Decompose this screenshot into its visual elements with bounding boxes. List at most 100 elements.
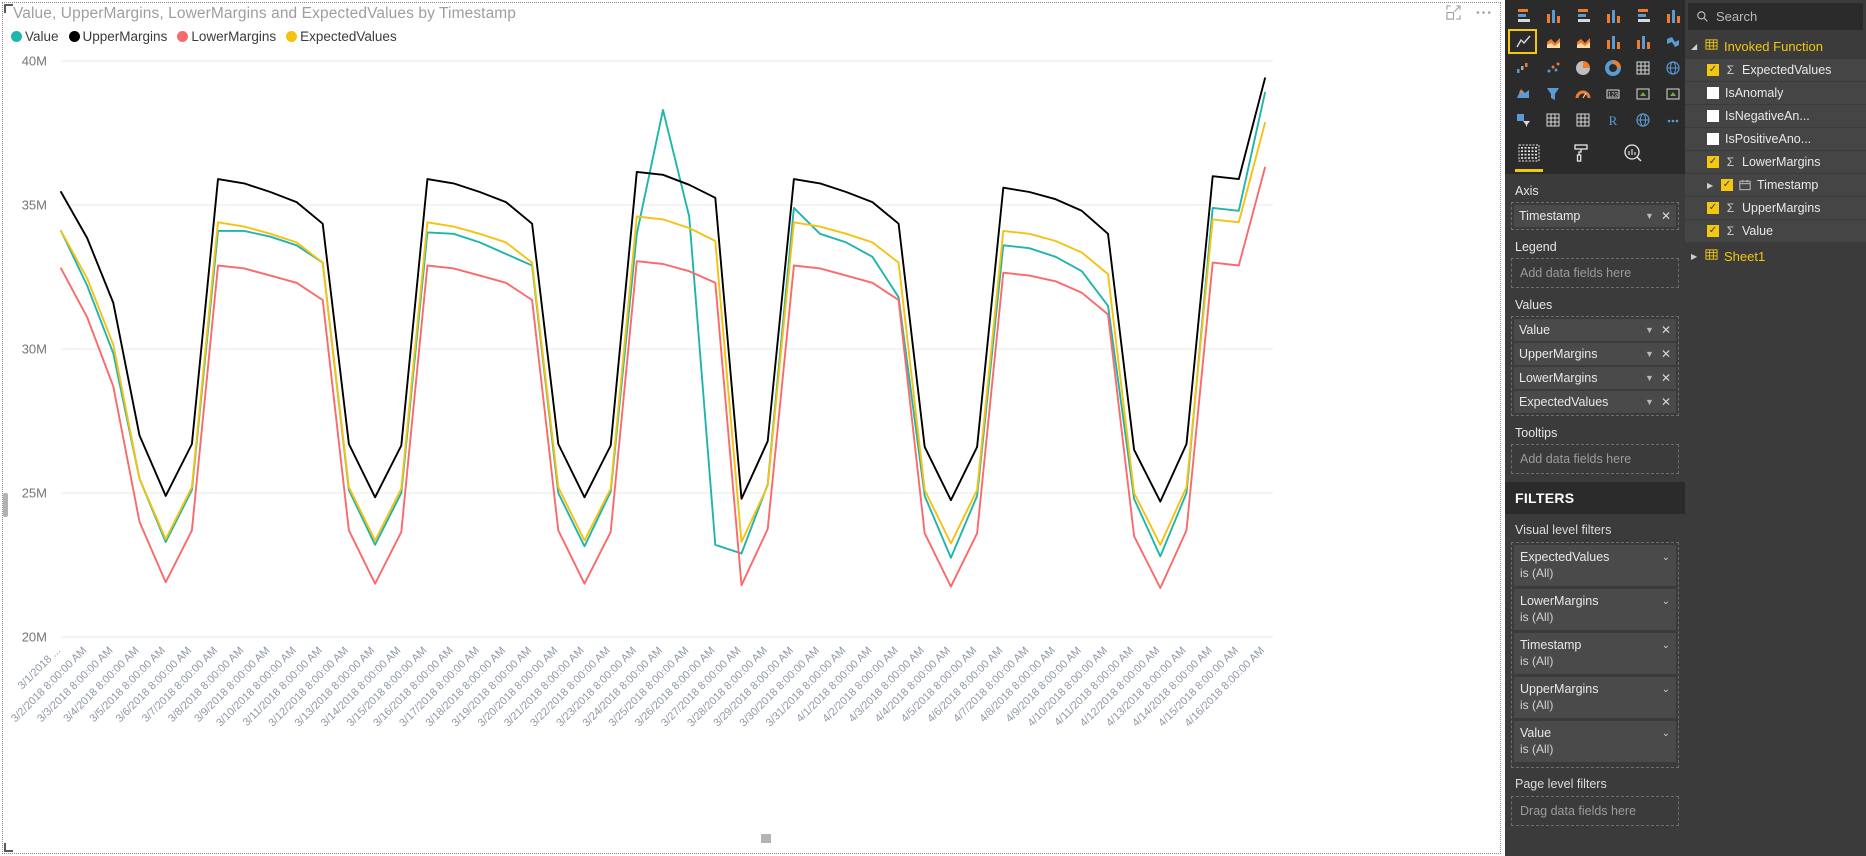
field-checkbox[interactable]: ✓ [1707,64,1719,76]
analytics-tab[interactable] [1615,139,1651,171]
chevron-down-icon[interactable]: ⌄ [1662,552,1670,563]
well-dropzone-values[interactable]: Value ▼ ✕ UpperMargins ▼ ✕ LowerMargins ▼ ✕ Expec… [1511,316,1679,416]
fields-tab[interactable] [1511,139,1547,172]
field-row-timestamp[interactable]: ▶ ✓ Timestamp [1685,174,1866,196]
area-chart-icon[interactable] [1538,29,1567,54]
well-chip-expectedvalues[interactable]: ExpectedValues ▼ ✕ [1514,391,1676,413]
visualization-pane-tabs[interactable] [1505,136,1685,174]
visualization-type-grid[interactable]: 123 R [1505,0,1685,136]
field-row-isnegativean[interactable]: IsNegativeAn... [1685,105,1866,127]
search-input[interactable]: Search [1688,3,1863,30]
clustered-bar-chart-icon[interactable] [1568,3,1597,28]
chart-plot-area[interactable]: 40M 35M 30M 25M 20M 3/1/2018 ... 3/2/2018 8:00… [3,49,1502,809]
field-row-value[interactable]: ✓ Σ Value [1685,220,1866,242]
chevron-down-icon[interactable]: ⌄ [1662,640,1670,651]
slicer-icon[interactable] [1508,107,1537,132]
field-row-lowermargins[interactable]: ✓ Σ LowerMargins [1685,151,1866,173]
focus-mode-icon[interactable] [1446,5,1461,25]
treemap-icon[interactable] [1628,55,1657,80]
legend-item-lowermargins[interactable]: LowerMargins [177,29,276,44]
close-icon[interactable]: ✕ [1661,348,1671,360]
filter-card-expectedvalues[interactable]: ExpectedValues ⌄ is (All) [1514,545,1676,586]
page-level-filters-dropzone[interactable]: Drag data fields here [1511,796,1679,826]
chevron-down-icon[interactable]: ▼ [1645,349,1654,359]
field-row-expectedvalues[interactable]: ✓ Σ ExpectedValues [1685,59,1866,81]
line-chart-visual[interactable]: Value, UpperMargins, LowerMargins and Ex… [2,2,1501,854]
vertical-scrollbar-thumb[interactable] [3,493,8,517]
close-icon[interactable]: ✕ [1661,372,1671,384]
filled-map-icon[interactable] [1508,81,1537,106]
expander-expand-icon[interactable]: ▶ [1707,181,1715,190]
horizontal-scrollbar-thumb[interactable] [761,834,771,843]
well-dropzone-tooltips[interactable]: Add data fields here [1511,444,1679,474]
well-chip-value[interactable]: Value ▼ ✕ [1514,319,1676,341]
legend-item-uppermargins[interactable]: UpperMargins [68,29,167,44]
more-options-icon[interactable] [1475,5,1492,25]
stacked-area-chart-icon[interactable] [1568,29,1597,54]
scatter-chart-icon[interactable] [1538,55,1567,80]
chevron-down-icon[interactable]: ⌄ [1662,596,1670,607]
card-icon[interactable]: 123 [1598,81,1627,106]
r-script-visual-icon[interactable]: R [1598,107,1627,132]
filter-card-timestamp[interactable]: Timestamp ⌄ is (All) [1514,633,1676,674]
close-icon[interactable]: ✕ [1661,210,1671,222]
well-dropzone-legend[interactable]: Add data fields here [1511,258,1679,288]
well-dropzone-axis[interactable]: Timestamp ▼ ✕ [1511,202,1679,230]
chevron-down-icon[interactable]: ▼ [1645,325,1654,335]
kpi-icon[interactable] [1658,81,1687,106]
field-row-ispositiveano[interactable]: IsPositiveAno... [1685,128,1866,150]
pie-chart-icon[interactable] [1568,55,1597,80]
chevron-down-icon[interactable]: ▼ [1645,373,1654,383]
well-chip-uppermargins[interactable]: UpperMargins ▼ ✕ [1514,343,1676,365]
field-checkbox[interactable]: ✓ [1707,225,1719,237]
donut-chart-icon[interactable] [1598,55,1627,80]
clustered-column-chart-icon[interactable] [1598,3,1627,28]
multi-row-card-icon[interactable] [1628,81,1657,106]
stacked-column-chart-icon[interactable] [1538,3,1567,28]
chevron-down-icon[interactable]: ▼ [1645,397,1654,407]
arcgis-map-icon[interactable] [1628,107,1657,132]
100-stacked-bar-chart-icon[interactable] [1628,3,1657,28]
expander-collapse-icon[interactable]: ◢ [1691,42,1699,51]
line-chart-icon[interactable] [1508,29,1537,54]
series-line-uppermargins[interactable] [60,77,1266,503]
resize-handle-top-left[interactable] [4,4,13,13]
field-row-isanomaly[interactable]: IsAnomaly [1685,82,1866,104]
more-visuals-icon[interactable] [1658,107,1687,132]
waterfall-chart-icon[interactable] [1508,55,1537,80]
line-stacked-column-chart-icon[interactable] [1598,29,1627,54]
ribbon-chart-icon[interactable] [1658,29,1687,54]
line-clustered-column-chart-icon[interactable] [1628,29,1657,54]
well-chip-lowermargins[interactable]: LowerMargins ▼ ✕ [1514,367,1676,389]
field-checkbox[interactable] [1707,133,1719,145]
close-icon[interactable]: ✕ [1661,324,1671,336]
series-line-value[interactable] [60,91,1266,559]
filter-card-value[interactable]: Value ⌄ is (All) [1514,721,1676,762]
legend-item-expectedvalues[interactable]: ExpectedValues [286,29,397,44]
expander-expand-icon[interactable]: ▶ [1691,252,1699,261]
fields-table-invoked-function[interactable]: ◢ Invoked Function [1685,33,1866,59]
map-icon[interactable] [1658,55,1687,80]
chevron-down-icon[interactable]: ⌄ [1662,728,1670,739]
legend-item-value[interactable]: Value [11,29,59,44]
field-row-uppermargins[interactable]: ✓ Σ UpperMargins [1685,197,1866,219]
filter-card-uppermargins[interactable]: UpperMargins ⌄ is (All) [1514,677,1676,718]
field-checkbox[interactable]: ✓ [1707,202,1719,214]
fields-table-sheet1[interactable]: ▶ Sheet1 [1685,243,1866,269]
close-icon[interactable]: ✕ [1661,396,1671,408]
chevron-down-icon[interactable]: ⌄ [1662,684,1670,695]
field-checkbox[interactable] [1707,87,1719,99]
field-checkbox[interactable] [1707,110,1719,122]
visual-level-filters-group[interactable]: ExpectedValues ⌄ is (All) LowerMargins ⌄ is (… [1511,542,1679,768]
field-checkbox[interactable]: ✓ [1721,179,1733,191]
stacked-bar-chart-icon[interactable] [1508,3,1537,28]
matrix-icon[interactable] [1568,107,1597,132]
well-chip-timestamp[interactable]: Timestamp ▼ ✕ [1514,205,1676,227]
chevron-down-icon[interactable]: ▼ [1645,211,1654,221]
field-checkbox[interactable]: ✓ [1707,156,1719,168]
100-stacked-column-chart-icon[interactable] [1658,3,1687,28]
funnel-icon[interactable] [1538,81,1567,106]
filter-card-lowermargins[interactable]: LowerMargins ⌄ is (All) [1514,589,1676,630]
table-icon[interactable] [1538,107,1567,132]
gauge-icon[interactable] [1568,81,1597,106]
